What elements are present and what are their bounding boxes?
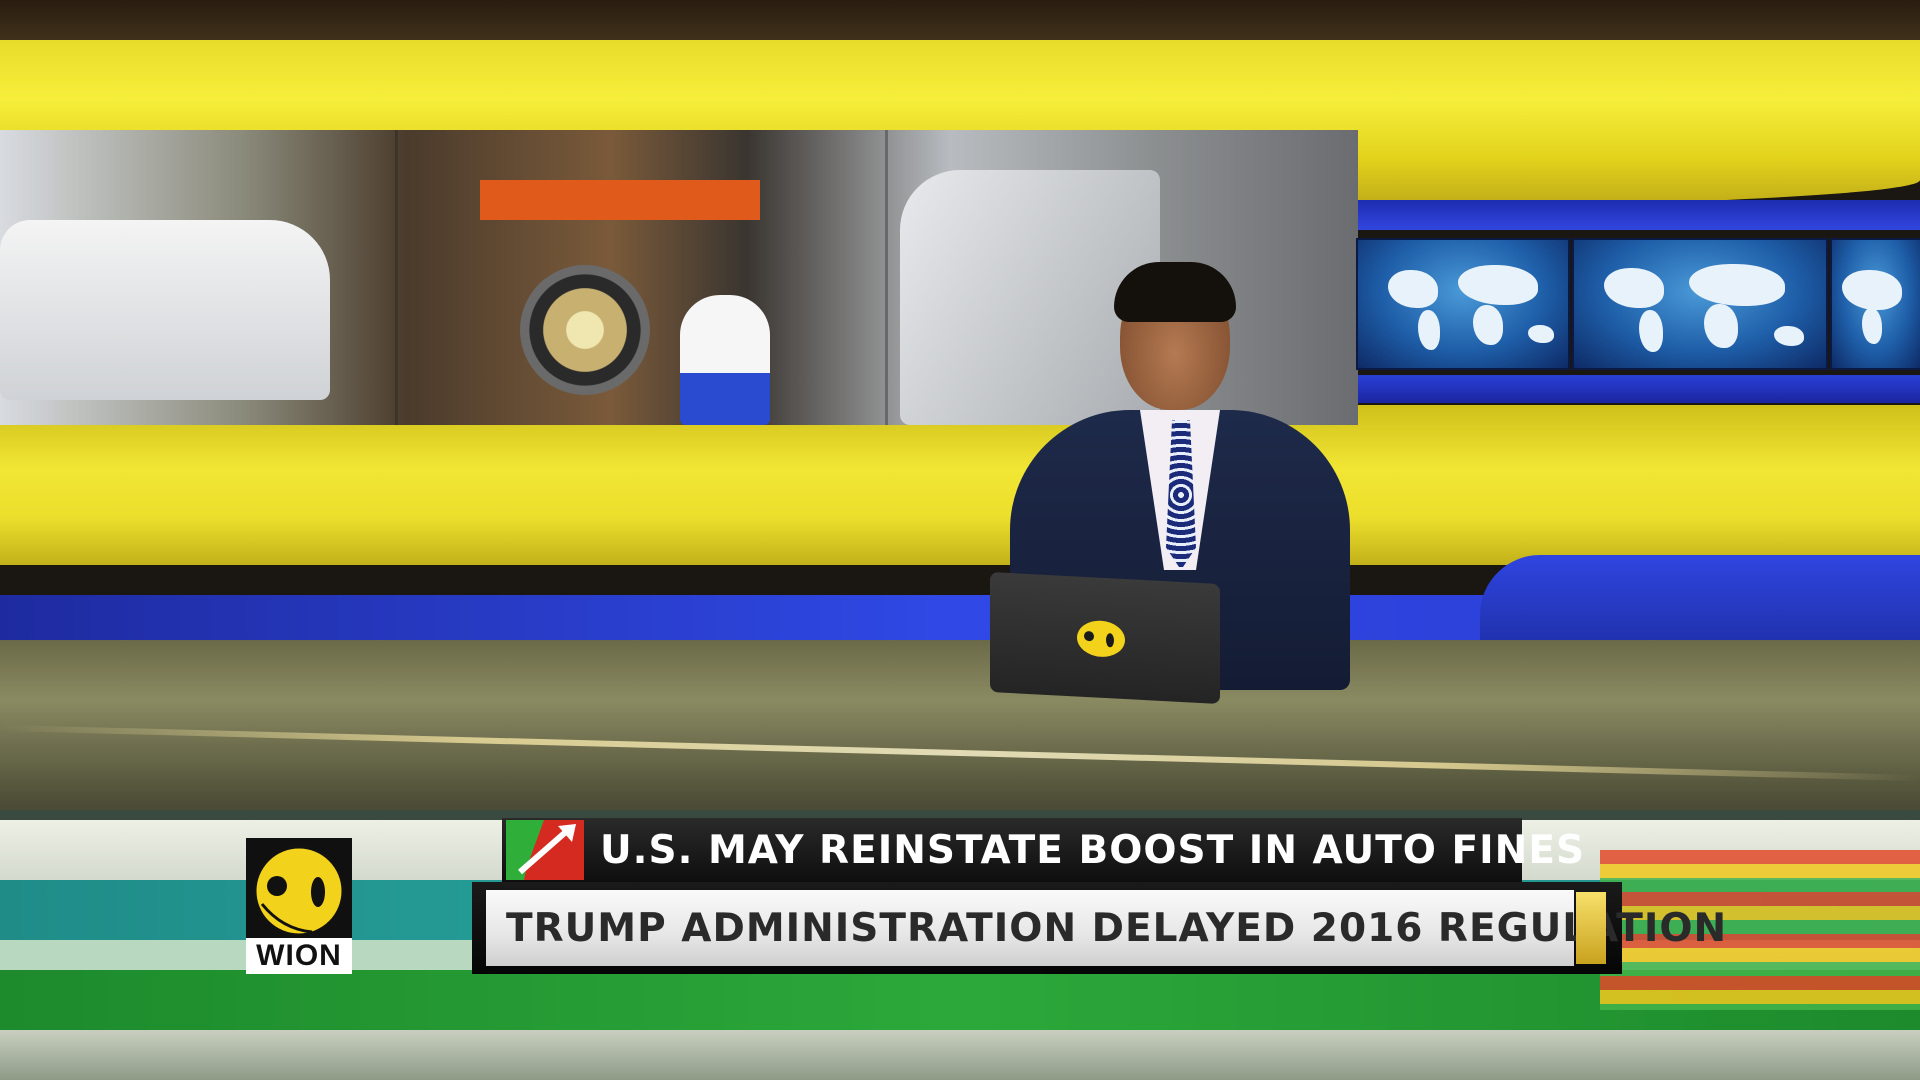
channel-logo-wordmark: WION — [246, 938, 352, 974]
trend-arrow-icon — [506, 820, 584, 880]
laptop — [990, 571, 1220, 705]
presenter-hair — [1114, 262, 1236, 322]
world-map-screen — [1830, 238, 1920, 370]
studio-blue-stripe-upper — [1350, 200, 1920, 230]
video-panel-divider — [395, 130, 398, 425]
broadcast-frame: TRUMP ADMINISTRATION DELAYED 2016 REGULA… — [0, 0, 1920, 1080]
video-panel-divider — [885, 130, 888, 425]
studio-yellow-wall-lower — [0, 405, 1920, 565]
studio-blue-stripe-lower — [1350, 375, 1920, 403]
wion-globe-icon — [253, 845, 345, 937]
wion-laptop-logo-icon — [1077, 620, 1125, 657]
factory-engine-fan — [520, 265, 650, 395]
subheadline-bar: TRUMP ADMINISTRATION DELAYED 2016 REGULA… — [472, 882, 1726, 974]
headline-text: U.S. MAY REINSTATE BOOST IN AUTO FINES — [600, 827, 1586, 873]
world-map-screen — [1572, 238, 1828, 370]
channel-logo: WION — [246, 838, 352, 974]
subheadline-gold-accent — [1576, 892, 1606, 964]
factory-truck — [0, 220, 330, 400]
factory-orange-rig — [480, 180, 760, 220]
lower-third-graphic: TRUMP ADMINISTRATION DELAYED 2016 REGULA… — [472, 818, 1726, 974]
headline-bar: U.S. MAY REINSTATE BOOST IN AUTO FINES — [502, 818, 1584, 882]
floor-bottom-stripe — [0, 1030, 1920, 1080]
factory-worker — [680, 295, 770, 425]
subheadline-panel: TRUMP ADMINISTRATION DELAYED 2016 REGULA… — [486, 890, 1726, 966]
subheadline-text: TRUMP ADMINISTRATION DELAYED 2016 REGULA… — [506, 905, 1728, 951]
world-map-screen — [1356, 238, 1570, 370]
world-map-screens — [1350, 232, 1920, 372]
